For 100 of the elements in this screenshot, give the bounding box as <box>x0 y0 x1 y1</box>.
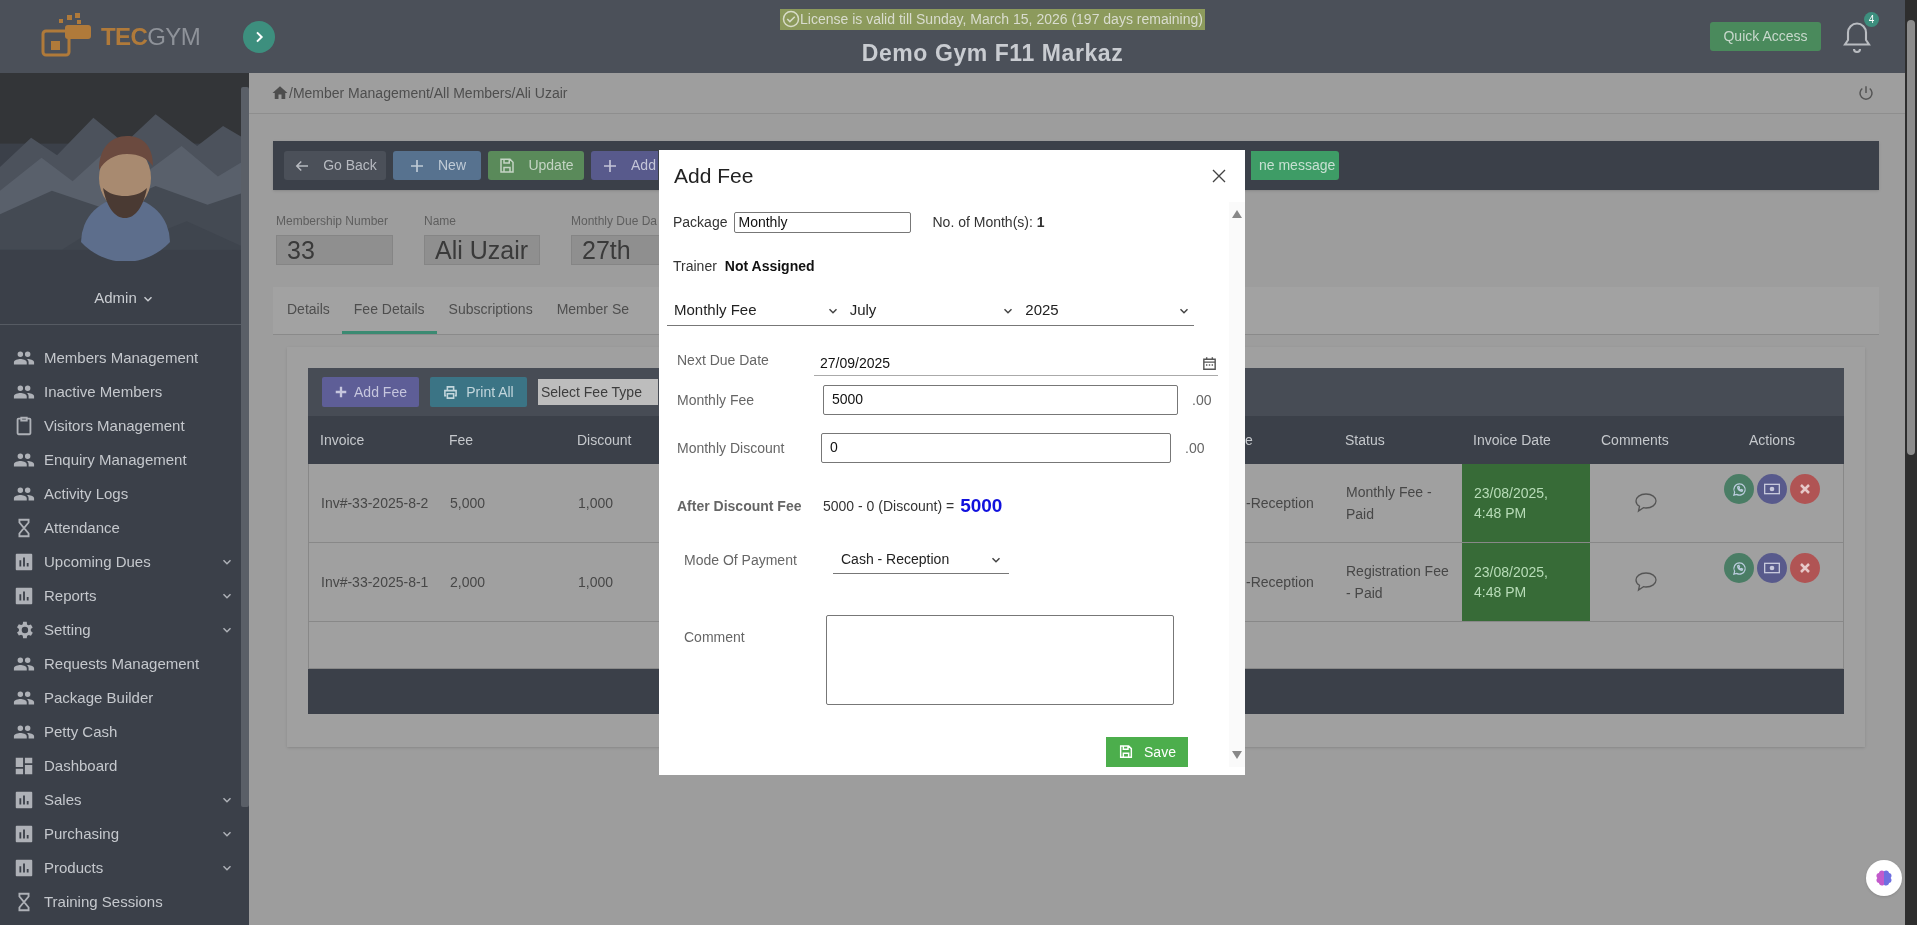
column-header: Fee <box>448 430 475 450</box>
arrow-up-icon[interactable] <box>1232 210 1242 218</box>
sidebar-item[interactable]: Petty Cash <box>0 715 240 749</box>
comment-field[interactable] <box>826 615 1174 705</box>
column-header: Invoice <box>319 430 366 450</box>
dropdown-select[interactable]: 2025 <box>1018 296 1194 325</box>
add-fee-button[interactable]: Add Fee <box>322 377 419 407</box>
check-circle-icon <box>782 10 801 29</box>
logo-text: TECGYM <box>101 21 201 52</box>
decimal-suffix: .00 <box>1185 438 1205 458</box>
calendar-icon[interactable] <box>1201 355 1218 372</box>
phone-chat-icon <box>1731 560 1747 576</box>
monthly-discount-field[interactable]: 0 <box>821 433 1171 463</box>
table-cell-text: 2,000 <box>449 573 487 592</box>
monthly-fee-field[interactable]: 5000 <box>823 385 1178 415</box>
bar-chart-icon <box>13 823 35 845</box>
tab[interactable]: Fee Details <box>341 287 437 334</box>
tab[interactable]: Member Se <box>544 287 641 334</box>
license-notice: License is valid till Sunday, March 15, 2026 (197 days remaining) <box>800 9 1203 29</box>
plus-icon <box>334 385 349 399</box>
sidebar-item[interactable]: Products <box>0 851 240 885</box>
sidebar-item[interactable]: Inactive Members <box>0 375 240 409</box>
close-icon <box>1799 483 1811 495</box>
field-label: Membership Number <box>276 213 390 230</box>
banknote-icon <box>1764 561 1780 575</box>
sidebar-item[interactable]: Purchasing <box>0 817 240 851</box>
delete-button[interactable] <box>1790 553 1820 583</box>
bar-chart-icon <box>13 585 35 607</box>
sidebar-item[interactable]: Attendance <box>0 511 240 545</box>
table-cell-text: 5,000 <box>449 494 487 513</box>
table-cell-text: Monthly Fee - Paid <box>1345 483 1433 524</box>
fee-formula: 5000 - 0 (Discount) = <box>823 496 955 516</box>
bar-chart-icon <box>13 551 35 573</box>
print-all-button[interactable]: Print All <box>430 377 527 407</box>
dialog-scrollbar[interactable] <box>1229 202 1245 767</box>
package-label: Package <box>673 212 728 232</box>
dropdown-select[interactable]: July <box>842 296 1019 325</box>
dashboard-icon <box>13 755 35 777</box>
toolbar-button[interactable]: Add <box>591 151 658 180</box>
column-header: e <box>1245 430 1254 450</box>
payment-mode-select[interactable]: Cash - Reception <box>833 546 1009 574</box>
delete-button[interactable] <box>1790 474 1820 504</box>
cash-button[interactable] <box>1757 474 1787 504</box>
save-icon <box>498 156 517 175</box>
sidebar-item[interactable]: Training Sessions <box>0 885 240 919</box>
banknote-icon <box>1764 482 1780 496</box>
comment-label: Comment <box>684 628 746 647</box>
monthly-fee-label: Monthly Fee <box>677 390 756 410</box>
field-label: Name <box>424 213 457 230</box>
arrow-down-icon[interactable] <box>1232 751 1242 759</box>
message-button[interactable] <box>1724 553 1754 583</box>
scrollbar-thumb[interactable] <box>1907 20 1915 455</box>
sidebar-toggle-button[interactable] <box>243 20 275 53</box>
toolbar-button[interactable]: Go Back <box>284 151 386 180</box>
page-scrollbar[interactable] <box>1905 0 1917 925</box>
breadcrumb[interactable]: /Member Management/All Members/Ali Uzair <box>289 82 568 104</box>
next-due-label: Next Due Date <box>677 351 770 370</box>
table-cell-text: 1,000 <box>577 494 615 513</box>
tab[interactable]: Details <box>275 287 342 334</box>
fee-type-select[interactable]: Select Fee Type <box>538 379 658 405</box>
phone-chat-icon <box>1731 481 1747 497</box>
sidebar-item[interactable]: Dashboard <box>0 749 240 783</box>
sidebar-item[interactable]: Reports <box>0 579 240 613</box>
field-label: Monthly Due Da <box>571 213 659 230</box>
column-header: Comments <box>1600 430 1670 450</box>
decimal-suffix: .00 <box>1192 390 1212 410</box>
sidebar-item[interactable]: Activity Logs <box>0 477 240 511</box>
sidebar-item[interactable]: Package Builder <box>0 681 240 715</box>
payment-mode-label: Mode Of Payment <box>684 550 798 570</box>
home-icon[interactable] <box>271 84 289 102</box>
table-cell-text: 1,000 <box>577 573 615 592</box>
close-icon <box>1799 562 1811 574</box>
sidebar-item[interactable]: Members Management <box>0 341 240 375</box>
dropdown-select[interactable]: Monthly Fee <box>667 296 843 325</box>
tab[interactable]: Subscriptions <box>436 287 545 334</box>
sidebar-scrollbar[interactable] <box>241 87 249 807</box>
date-field[interactable]: 27/09/2025 <box>814 353 1218 376</box>
sidebar-item[interactable]: Visitors Management <box>0 409 240 443</box>
sidebar-item[interactable]: Upcoming Dues <box>0 545 240 579</box>
sidebar-item[interactable]: Requests Management <box>0 647 240 681</box>
sidebar-item[interactable]: Sales <box>0 783 240 817</box>
sidebar-item[interactable]: Enquiry Management <box>0 443 240 477</box>
bar-chart-icon <box>13 789 35 811</box>
table-cell-text: -Reception <box>1246 573 1315 592</box>
brain-icon <box>1874 868 1894 888</box>
comment-icon[interactable] <box>1633 571 1658 593</box>
close-icon[interactable] <box>1211 168 1227 184</box>
cash-button[interactable] <box>1757 553 1787 583</box>
comment-icon[interactable] <box>1633 492 1658 514</box>
notification-badge: 4 <box>1864 11 1879 27</box>
message-button[interactable] <box>1724 474 1754 504</box>
field-value: 33 <box>276 235 393 265</box>
power-icon[interactable] <box>1857 84 1875 102</box>
user-name[interactable]: Admin <box>94 287 137 310</box>
assistant-button[interactable] <box>1866 860 1902 896</box>
package-field[interactable]: Monthly <box>734 211 912 233</box>
field-value: Ali Uzair <box>424 235 540 265</box>
sidebar-item[interactable]: Setting <box>0 613 240 647</box>
column-header: Invoice Date <box>1472 430 1552 450</box>
field-value: 27th <box>571 235 661 265</box>
